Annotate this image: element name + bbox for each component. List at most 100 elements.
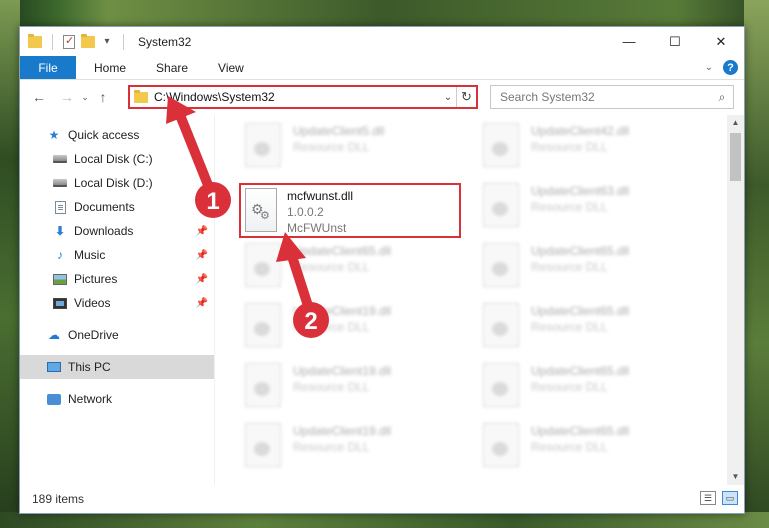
tab-share[interactable]: Share [141, 56, 203, 79]
file-name: UpdateClient19.dll [293, 364, 392, 378]
list-item[interactable]: UpdateClient63.dll Resource DLL [483, 183, 703, 233]
ribbon-right-controls: ⌄ ? [705, 60, 738, 75]
title-bar: ▾ System32 — ☐ ✕ [20, 27, 744, 56]
divider [52, 33, 53, 50]
sidebar-item-label: Local Disk (C:) [74, 152, 153, 166]
details-view-icon[interactable]: ☰ [700, 491, 716, 505]
file-name: UpdateClient19.dll [293, 304, 392, 318]
new-folder-icon[interactable] [81, 33, 95, 48]
minimize-button[interactable]: — [606, 27, 652, 56]
file-list[interactable]: UpdateClient5.dll Resource DLL UpdateClie… [235, 115, 725, 485]
file-type: Resource DLL [531, 440, 608, 454]
refresh-button[interactable]: ↻ [456, 87, 476, 107]
sidebar-item-downloads[interactable]: ⬇ Downloads 📌 [20, 219, 214, 243]
pane-divider[interactable] [214, 115, 215, 485]
vertical-scrollbar[interactable]: ▲ ▼ [727, 115, 744, 485]
file-type: Resource DLL [531, 140, 608, 154]
file-name: UpdateClient65.dll [531, 424, 630, 438]
search-icon[interactable]: ⌕ [711, 90, 733, 105]
customize-toolbar-icon[interactable]: ▾ [101, 36, 113, 48]
expand-ribbon-icon[interactable]: ⌄ [705, 62, 713, 73]
file-name: UpdateClient42.dll [531, 124, 630, 138]
sidebar-item-label: Music [74, 248, 106, 262]
address-path[interactable]: C:\Windows\System32 [154, 90, 440, 104]
sidebar-item-onedrive[interactable]: ☁ OneDrive [20, 323, 214, 347]
file-description: McFWUnst [287, 221, 347, 235]
address-history-dropdown[interactable]: ⌄ [440, 92, 456, 103]
maximize-button[interactable]: ☐ [652, 27, 698, 56]
highlighted-file-mcfwunst[interactable]: ⚙ ⚙ mcfwunst.dll 1.0.0.2 McFWUnst [239, 183, 461, 238]
sidebar-item-label: Pictures [74, 272, 118, 286]
list-item[interactable]: UpdateClient65.dll Resource DLL [483, 243, 703, 293]
list-item[interactable]: UpdateClient65.dll Resource DLL [483, 363, 703, 413]
file-type: Resource DLL [531, 200, 608, 214]
main-content: ★ Quick access Local Disk (C:) Local Dis… [20, 115, 744, 485]
file-type: Resource DLL [293, 260, 370, 274]
file-version: 1.0.0.2 [287, 205, 324, 219]
sidebar-item-local-disk-d[interactable]: Local Disk (D:) [20, 171, 214, 195]
pin-icon[interactable]: 📌 [196, 250, 208, 261]
sidebar-item-this-pc[interactable]: This PC [20, 355, 214, 379]
wallpaper-left [0, 0, 20, 528]
wallpaper-right [744, 0, 769, 528]
up-button[interactable]: ↑ [92, 89, 114, 105]
file-type: Resource DLL [293, 320, 370, 334]
file-name: UpdateClient65.dll [531, 244, 630, 258]
file-type: Resource DLL [531, 380, 608, 394]
search-box[interactable]: ⌕ [490, 85, 734, 109]
folder-icon [134, 89, 148, 103]
search-input[interactable] [500, 90, 711, 104]
file-icon [483, 363, 519, 407]
dll-file-icon: ⚙ ⚙ [245, 188, 277, 232]
address-bar[interactable]: C:\Windows\System32 ⌄ ↻ [128, 85, 478, 109]
list-item[interactable]: UpdateClient19.dll Resource DLL [245, 423, 465, 473]
sidebar-item-quick-access[interactable]: ★ Quick access [20, 123, 214, 147]
help-icon[interactable]: ? [723, 60, 738, 75]
list-item[interactable]: UpdateClient42.dll Resource DLL [483, 123, 703, 173]
list-item[interactable]: UpdateClient19.dll Resource DLL [245, 363, 465, 413]
tab-view[interactable]: View [203, 56, 259, 79]
scroll-up-icon[interactable]: ▲ [727, 115, 744, 131]
back-button[interactable]: ← [28, 89, 50, 105]
close-button[interactable]: ✕ [698, 27, 744, 56]
ribbon-tabs: File Home Share View ⌄ ? [20, 56, 744, 80]
sidebar-item-local-disk-c[interactable]: Local Disk (C:) [20, 147, 214, 171]
star-icon: ★ [48, 128, 60, 142]
large-icons-view-icon[interactable]: ▭ [722, 491, 738, 505]
scroll-down-icon[interactable]: ▼ [727, 469, 744, 485]
recent-locations-button[interactable]: ⌄ [78, 92, 92, 103]
list-item[interactable]: UpdateClient65.dll Resource DLL [483, 303, 703, 353]
properties-icon[interactable] [63, 34, 75, 49]
status-bar: 189 items ☰ ▭ [20, 485, 744, 513]
list-item[interactable]: UpdateClient19.dll Resource DLL [245, 303, 465, 353]
sidebar-item-documents[interactable]: Documents [20, 195, 214, 219]
sidebar-item-network[interactable]: Network [20, 387, 214, 411]
sidebar-item-music[interactable]: ♪ Music 📌 [20, 243, 214, 267]
list-item[interactable]: UpdateClient65.dll Resource DLL [245, 243, 465, 293]
navigation-bar: ← → ⌄ ↑ C:\Windows\System32 ⌄ ↻ ⌕ [20, 80, 744, 114]
file-icon [483, 423, 519, 467]
forward-button[interactable]: → [56, 89, 78, 105]
onedrive-icon: ☁ [48, 328, 60, 342]
sidebar-item-pictures[interactable]: Pictures 📌 [20, 267, 214, 291]
file-type: Resource DLL [531, 320, 608, 334]
drive-icon [52, 152, 68, 166]
scrollbar-thumb[interactable] [730, 133, 741, 181]
view-switcher: ☰ ▭ [700, 491, 738, 505]
file-type: Resource DLL [531, 260, 608, 274]
list-item[interactable]: UpdateClient5.dll Resource DLL [245, 123, 465, 173]
sidebar-item-label: Network [68, 392, 113, 406]
folder-icon [28, 33, 42, 48]
navigation-pane[interactable]: ★ Quick access Local Disk (C:) Local Dis… [20, 115, 214, 485]
pin-icon[interactable]: 📌 [196, 298, 208, 309]
list-item[interactable]: UpdateClient65.dll Resource DLL [483, 423, 703, 473]
pin-icon[interactable]: 📌 [196, 226, 208, 237]
sidebar-item-videos[interactable]: Videos 📌 [20, 291, 214, 315]
tab-home[interactable]: Home [76, 56, 141, 79]
pin-icon[interactable]: 📌 [196, 274, 208, 285]
drive-icon [52, 176, 68, 190]
tab-file[interactable]: File [20, 56, 76, 79]
file-icon [245, 303, 281, 347]
file-icon [483, 123, 519, 167]
file-type: Resource DLL [293, 380, 370, 394]
